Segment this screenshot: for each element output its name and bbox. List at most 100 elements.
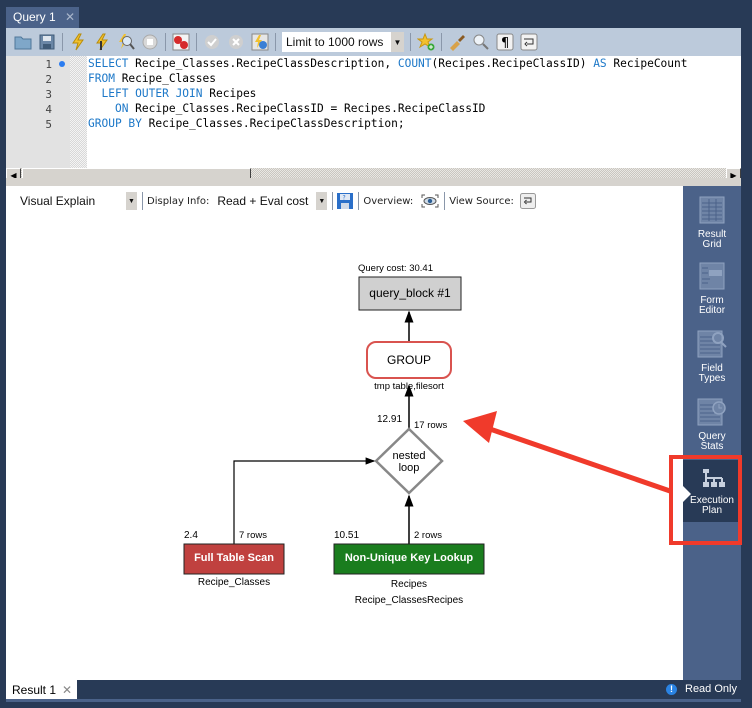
find-icon[interactable]: [472, 33, 490, 51]
chevron-down-icon[interactable]: ▼: [391, 32, 404, 52]
sidebar-item-execution-plan[interactable]: Execution Plan: [683, 460, 741, 522]
line-number: 2: [45, 73, 52, 86]
info-icon: !: [666, 683, 677, 695]
nested-loop-cost: 12.91: [377, 414, 403, 425]
sql-keyword: COUNT: [397, 57, 432, 70]
sidebar-item-result-grid[interactable]: Result Grid: [683, 196, 741, 250]
scan-rows: 7 rows: [239, 530, 267, 541]
sql-keyword: SELECT: [88, 57, 129, 70]
sidebar-item-form-editor[interactable]: Form Editor: [683, 262, 741, 316]
stop-icon[interactable]: [141, 33, 159, 51]
toolbar-separator: [62, 33, 63, 51]
query-stats-icon: [697, 398, 726, 426]
splitter[interactable]: [6, 178, 741, 186]
line-number: 3: [45, 88, 52, 101]
line-number-gutter: 1 2 3 4 5: [6, 56, 70, 168]
group-note: tmp table,filesort: [374, 381, 444, 392]
sql-text: Recipe_Classes: [114, 72, 216, 85]
autocommit-icon[interactable]: [251, 33, 269, 51]
nested-loop-label-2: loop: [398, 462, 420, 474]
active-indicator: [683, 486, 691, 502]
word-wrap-icon[interactable]: [520, 33, 538, 51]
lookup-table: Recipes: [390, 579, 428, 590]
lookup-key: Recipe_ClassesRecipes: [354, 595, 464, 606]
invisible-chars-icon[interactable]: ¶: [496, 33, 514, 51]
lookup-label: Non-Unique Key Lookup: [344, 552, 474, 564]
line-number: 1: [45, 58, 52, 71]
sidebar-label: Grid: [702, 239, 722, 250]
nested-loop-label-1: nested: [392, 450, 426, 462]
query-cost-label: Query cost: 30.41: [358, 263, 433, 274]
read-only-label: Read Only: [685, 683, 737, 695]
open-folder-icon[interactable]: [14, 33, 32, 51]
save-icon[interactable]: [38, 33, 56, 51]
sql-editor-panel: Limit to 1000 rows ▼ ¶ 1 2 3 4 5 SELECT …: [6, 28, 741, 182]
query-tab-strip: Query 1 ✕: [0, 0, 752, 28]
commit-icon[interactable]: [203, 33, 221, 51]
scan-table: Recipe_Classes: [197, 577, 271, 588]
toolbar-separator: [410, 33, 411, 51]
status-divider: [6, 699, 741, 702]
tab-result-1[interactable]: Result 1 ✕: [6, 680, 77, 699]
rollback-icon[interactable]: [227, 33, 245, 51]
lookup-cost: 10.51: [334, 530, 360, 541]
svg-text:¶: ¶: [501, 36, 509, 51]
sql-text: Recipe_Classes.RecipeClassDescription,: [128, 57, 398, 70]
close-tab-icon[interactable]: ✕: [62, 683, 72, 697]
tab-query-1[interactable]: Query 1 ✕: [6, 7, 79, 28]
sidebar-label: Types: [698, 373, 726, 384]
sql-keyword: FROM: [88, 72, 115, 85]
explain-icon[interactable]: [117, 33, 135, 51]
sql-keyword: AS: [593, 57, 607, 70]
fold-margin: [70, 56, 87, 168]
result-tab-strip: Result 1 ✕ ! Read Only: [0, 680, 752, 708]
sidebar-label: Editor: [698, 305, 726, 316]
statement-marker-icon: [59, 61, 65, 67]
toolbar-separator: [165, 33, 166, 51]
lookup-rows: 2 rows: [414, 530, 442, 541]
code-line[interactable]: LEFT OUTER JOIN Recipes: [88, 86, 688, 101]
result-sidebar: Result Grid Form Editor Field Types Quer…: [683, 186, 741, 680]
limit-rows-select[interactable]: Limit to 1000 rows ▼: [282, 32, 404, 52]
sql-text: Recipes: [202, 87, 257, 100]
execute-current-icon[interactable]: [93, 33, 111, 51]
result-grid-icon: [699, 196, 725, 224]
toolbar-separator: [196, 33, 197, 51]
execute-icon[interactable]: [69, 33, 87, 51]
tab-label: Query 1: [13, 10, 56, 24]
beautify-icon[interactable]: [448, 33, 466, 51]
group-label: GROUP: [386, 353, 431, 367]
code-line[interactable]: FROM Recipe_Classes: [88, 71, 688, 86]
field-types-icon: [697, 330, 727, 358]
close-tab-icon[interactable]: ✕: [65, 10, 75, 24]
sql-text: (Recipes.RecipeClassID): [431, 57, 594, 70]
toolbar-separator: [441, 33, 442, 51]
sql-text: Recipe_Classes.RecipeClassID = Recipes.R…: [128, 102, 486, 115]
query-block-label: query_block #1: [369, 286, 451, 300]
sql-text: Recipe_Classes.RecipeClassDescription;: [141, 117, 405, 130]
execution-plan-icon: [703, 469, 725, 487]
sql-code-area[interactable]: SELECT Recipe_Classes.RecipeClassDescrip…: [88, 56, 688, 131]
limit-rows-value: Limit to 1000 rows: [286, 35, 384, 49]
sidebar-item-field-types[interactable]: Field Types: [683, 330, 741, 384]
sql-text: RecipeCount: [606, 57, 688, 70]
add-snippet-icon[interactable]: [417, 33, 435, 51]
read-only-status: ! Read Only: [666, 683, 737, 695]
line-number: 4: [45, 103, 52, 116]
toggle-error-icon[interactable]: [172, 33, 190, 51]
editor-toolbar: Limit to 1000 rows ▼ ¶: [6, 28, 741, 56]
scan-label: Full Table Scan: [194, 552, 274, 564]
sidebar-label: Plan: [701, 505, 722, 516]
code-line[interactable]: GROUP BY Recipe_Classes.RecipeClassDescr…: [88, 116, 688, 131]
form-editor-icon: [699, 262, 725, 290]
visual-explain-panel: Visual Explain ▼ Display Info: Read + Ev…: [6, 186, 683, 680]
scan-cost: 2.4: [184, 530, 198, 541]
sidebar-item-query-stats[interactable]: Query Stats: [683, 398, 741, 452]
sql-keyword: GROUP BY: [88, 117, 142, 130]
code-line[interactable]: ON Recipe_Classes.RecipeClassID = Recipe…: [88, 101, 688, 116]
line-number: 5: [45, 118, 52, 131]
sidebar-label: Stats: [700, 441, 724, 452]
code-line[interactable]: SELECT Recipe_Classes.RecipeClassDescrip…: [88, 56, 688, 71]
